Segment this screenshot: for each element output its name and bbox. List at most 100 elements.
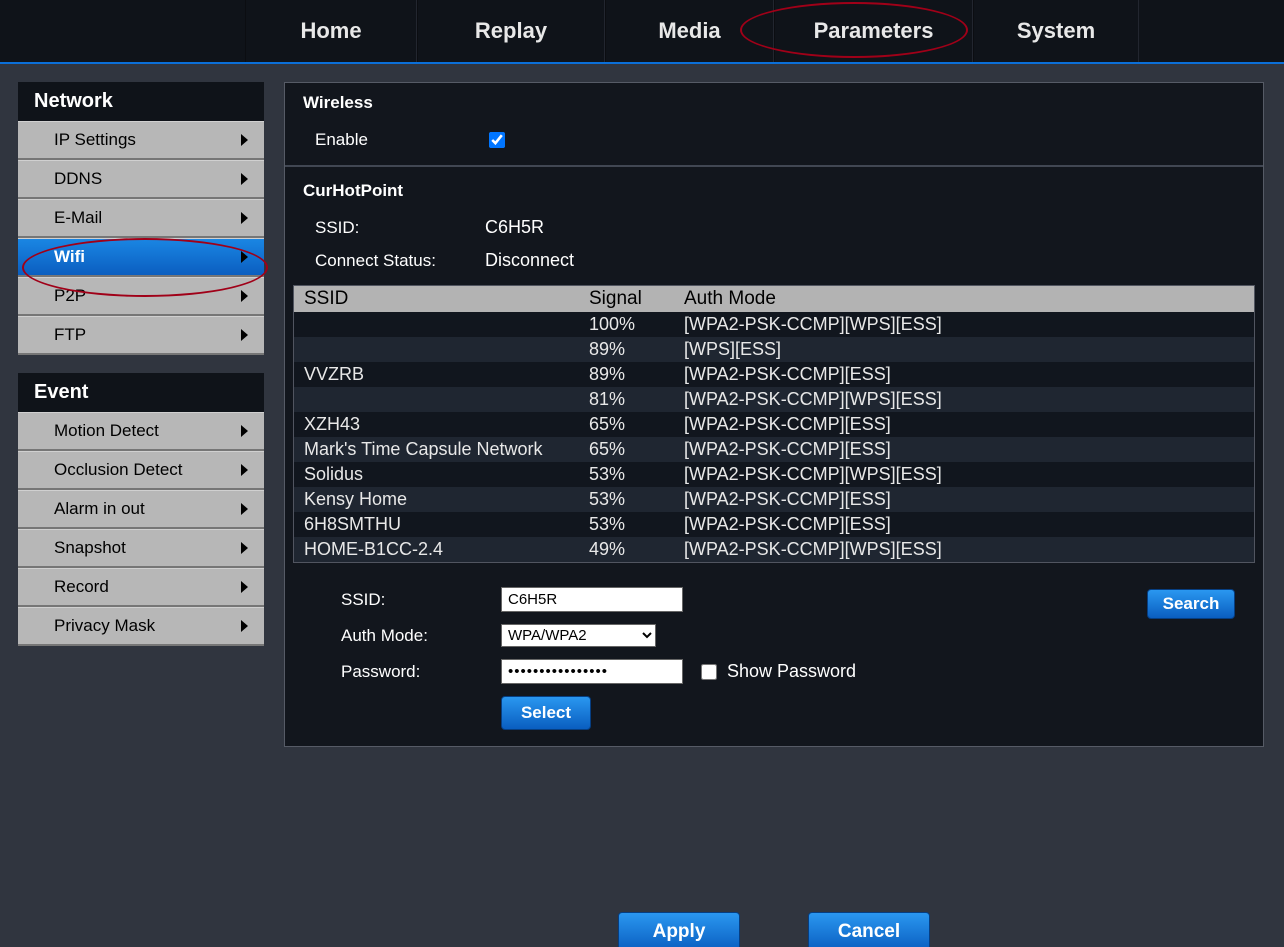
password-label: Password: — [305, 662, 501, 682]
sidebar-item-label: Alarm in out — [54, 499, 145, 519]
cell-ssid — [294, 387, 589, 412]
cell-ssid: VVZRB — [294, 362, 589, 387]
cell-ssid: 6H8SMTHU — [294, 512, 589, 537]
cell-auth: [WPA2-PSK-CCMP][ESS] — [684, 487, 1254, 512]
chevron-right-icon — [241, 464, 248, 476]
topnav-replay[interactable]: Replay — [417, 0, 605, 62]
table-row[interactable]: Kensy Home53%[WPA2-PSK-CCMP][ESS] — [294, 487, 1254, 512]
cell-auth: [WPA2-PSK-CCMP][ESS] — [684, 412, 1254, 437]
apply-button[interactable]: Apply — [618, 912, 740, 947]
table-row[interactable]: 81%[WPA2-PSK-CCMP][WPS][ESS] — [294, 387, 1254, 412]
cell-signal: 89% — [589, 362, 684, 387]
cell-signal: 53% — [589, 487, 684, 512]
sidebar-item-label: DDNS — [54, 169, 102, 189]
topnav-home[interactable]: Home — [245, 0, 417, 62]
sidebar-item-label: IP Settings — [54, 130, 136, 150]
cell-auth: [WPA2-PSK-CCMP][WPS][ESS] — [684, 462, 1254, 487]
cell-ssid: XZH43 — [294, 412, 589, 437]
table-row[interactable]: 89%[WPS][ESS] — [294, 337, 1254, 362]
grid-header-signal: Signal — [589, 286, 684, 312]
wireless-panel: Wireless Enable CurHotPoint SSID: C6H5R … — [284, 82, 1264, 747]
sidebar-item-ip-settings[interactable]: IP Settings — [18, 121, 264, 160]
grid-header-auth: Auth Mode — [684, 286, 1254, 312]
curhot-status-value: Disconnect — [485, 250, 574, 271]
sidebar-item-snapshot[interactable]: Snapshot — [18, 529, 264, 568]
sidebar-item-label: Snapshot — [54, 538, 126, 558]
chevron-right-icon — [241, 134, 248, 146]
cell-signal: 81% — [589, 387, 684, 412]
sidebar-item-label: FTP — [54, 325, 86, 345]
cell-signal: 53% — [589, 512, 684, 537]
auth-label: Auth Mode: — [305, 626, 501, 646]
curhot-ssid-label: SSID: — [285, 218, 485, 238]
table-row[interactable]: VVZRB89%[WPA2-PSK-CCMP][ESS] — [294, 362, 1254, 387]
sidebar-item-ftp[interactable]: FTP — [18, 316, 264, 355]
cell-signal: 49% — [589, 537, 684, 562]
sidebar-item-record[interactable]: Record — [18, 568, 264, 607]
topnav-parameters[interactable]: Parameters — [774, 0, 973, 62]
sidebar-item-p2p[interactable]: P2P — [18, 277, 264, 316]
cell-auth: [WPA2-PSK-CCMP][ESS] — [684, 512, 1254, 537]
topnav-media[interactable]: Media — [605, 0, 774, 62]
sidebar-item-label: P2P — [54, 286, 86, 306]
table-row[interactable]: Mark's Time Capsule Network65%[WPA2-PSK-… — [294, 437, 1254, 462]
sidebar-cat-event: Event — [18, 373, 264, 412]
show-password-label: Show Password — [727, 661, 856, 682]
cell-ssid — [294, 312, 589, 337]
enable-label: Enable — [285, 130, 485, 150]
select-button[interactable]: Select — [501, 696, 591, 730]
connect-form: Search SSID: Auth Mode: WPA/WPA2 Passwor… — [285, 571, 1263, 746]
chevron-right-icon — [241, 212, 248, 224]
sidebar: Network IP SettingsDDNSE-MailWifiP2PFTP … — [18, 82, 264, 947]
table-row[interactable]: 100%[WPA2-PSK-CCMP][WPS][ESS] — [294, 312, 1254, 337]
main: Wireless Enable CurHotPoint SSID: C6H5R … — [264, 82, 1284, 947]
table-row[interactable]: 6H8SMTHU53%[WPA2-PSK-CCMP][ESS] — [294, 512, 1254, 537]
table-row[interactable]: Solidus53%[WPA2-PSK-CCMP][WPS][ESS] — [294, 462, 1254, 487]
sidebar-item-label: Occlusion Detect — [54, 460, 183, 480]
topnav-system[interactable]: System — [973, 0, 1139, 62]
sidebar-item-ddns[interactable]: DDNS — [18, 160, 264, 199]
sidebar-cat-network: Network — [18, 82, 264, 121]
cell-ssid: Mark's Time Capsule Network — [294, 437, 589, 462]
sidebar-item-e-mail[interactable]: E-Mail — [18, 199, 264, 238]
sidebar-item-label: Privacy Mask — [54, 616, 155, 636]
curhot-title: CurHotPoint — [285, 171, 1263, 211]
sidebar-item-motion-detect[interactable]: Motion Detect — [18, 412, 264, 451]
cell-signal: 53% — [589, 462, 684, 487]
grid-header-ssid: SSID — [294, 286, 589, 312]
password-input[interactable] — [501, 659, 683, 684]
curhot-ssid-value: C6H5R — [485, 217, 544, 238]
cell-ssid: HOME-B1CC-2.4 — [294, 537, 589, 562]
sidebar-item-label: E-Mail — [54, 208, 102, 228]
show-password-checkbox[interactable] — [701, 664, 717, 680]
cell-auth: [WPA2-PSK-CCMP][WPS][ESS] — [684, 312, 1254, 337]
cell-auth: [WPS][ESS] — [684, 337, 1254, 362]
table-row[interactable]: XZH4365%[WPA2-PSK-CCMP][ESS] — [294, 412, 1254, 437]
sidebar-item-occlusion-detect[interactable]: Occlusion Detect — [18, 451, 264, 490]
sidebar-item-wifi[interactable]: Wifi — [18, 238, 264, 277]
cancel-button[interactable]: Cancel — [808, 912, 930, 947]
chevron-right-icon — [241, 251, 248, 263]
enable-checkbox[interactable] — [489, 132, 505, 148]
chevron-right-icon — [241, 290, 248, 302]
wireless-title: Wireless — [285, 83, 1263, 123]
sidebar-item-privacy-mask[interactable]: Privacy Mask — [18, 607, 264, 646]
table-row[interactable]: HOME-B1CC-2.449%[WPA2-PSK-CCMP][WPS][ESS… — [294, 537, 1254, 562]
sidebar-item-label: Wifi — [54, 247, 85, 267]
cell-auth: [WPA2-PSK-CCMP][WPS][ESS] — [684, 537, 1254, 562]
ssid-input[interactable] — [501, 587, 683, 612]
cell-signal: 89% — [589, 337, 684, 362]
sidebar-item-alarm-in-out[interactable]: Alarm in out — [18, 490, 264, 529]
ssid-label: SSID: — [305, 590, 501, 610]
auth-select[interactable]: WPA/WPA2 — [501, 624, 656, 647]
chevron-right-icon — [241, 425, 248, 437]
sidebar-item-label: Motion Detect — [54, 421, 159, 441]
cell-signal: 100% — [589, 312, 684, 337]
chevron-right-icon — [241, 581, 248, 593]
search-button[interactable]: Search — [1147, 589, 1235, 619]
chevron-right-icon — [241, 173, 248, 185]
chevron-right-icon — [241, 620, 248, 632]
cell-ssid — [294, 337, 589, 362]
chevron-right-icon — [241, 503, 248, 515]
cell-ssid: Solidus — [294, 462, 589, 487]
